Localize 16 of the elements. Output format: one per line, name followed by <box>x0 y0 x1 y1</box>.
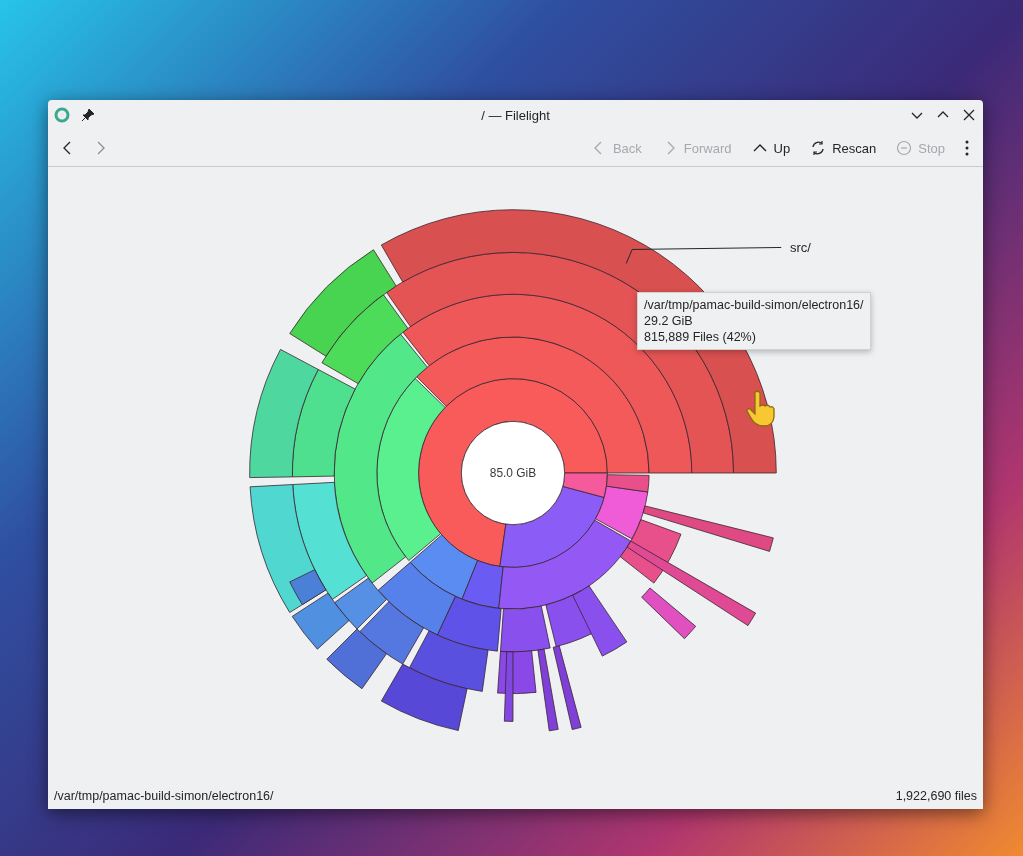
refresh-icon <box>810 140 827 156</box>
app-logo-icon <box>54 107 70 123</box>
status-file-count: 1,922,690 files <box>895 789 977 803</box>
hand-cursor-icon <box>743 389 777 429</box>
tooltip-size: 29.2 GiB <box>644 314 694 328</box>
close-icon[interactable] <box>961 107 977 123</box>
tooltip-file-count: 815,889 Files (42%) <box>644 330 757 344</box>
total-size-label: 85.0 GiB <box>489 466 537 480</box>
up-button[interactable]: Up <box>743 134 799 162</box>
tooltip-path: /var/tmp/pamac-build-simon/electron16/ <box>644 298 864 312</box>
stop-icon <box>896 140 913 156</box>
window-title: / — Filelight <box>481 107 550 123</box>
status-path: /var/tmp/pamac-build-simon/electron16/ <box>54 789 274 803</box>
hover-folder-label: src/ <box>790 240 811 255</box>
rescan-button[interactable]: Rescan <box>802 134 885 162</box>
pin-icon[interactable] <box>80 107 96 123</box>
